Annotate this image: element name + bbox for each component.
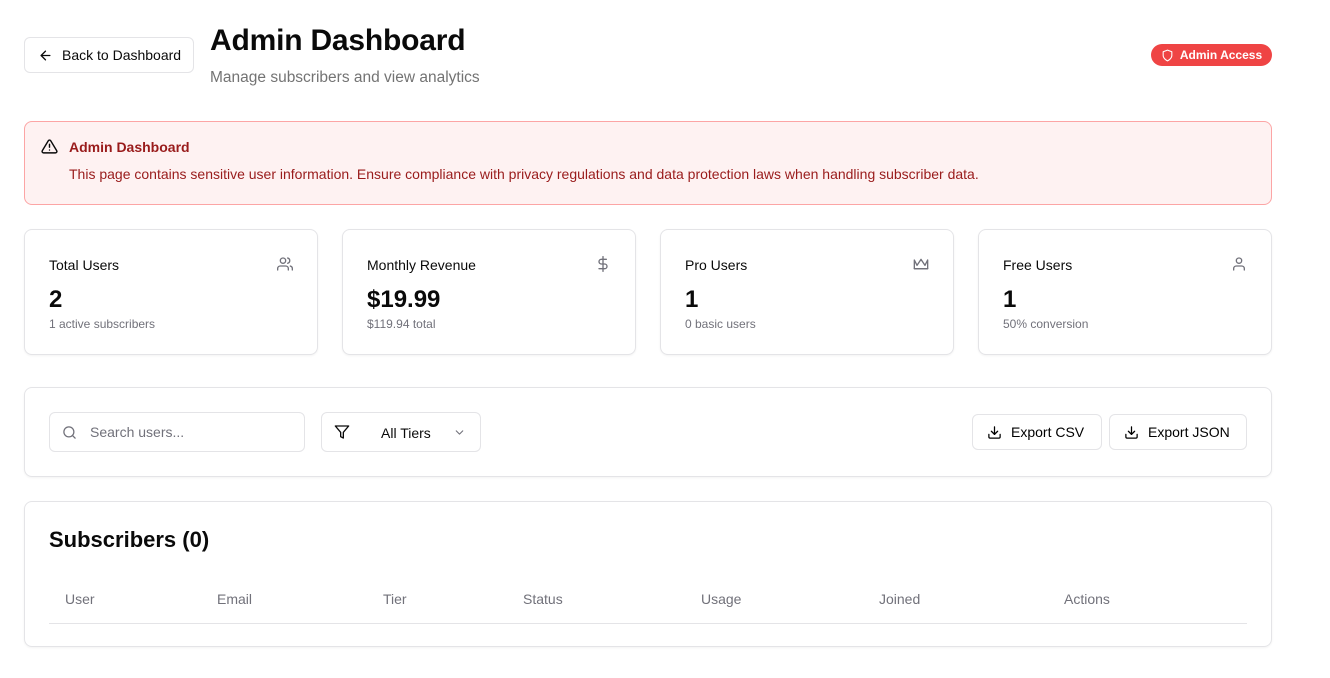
stat-label: Pro Users bbox=[685, 257, 748, 273]
dollar-icon bbox=[598, 256, 608, 272]
export-json-label: Export JSON bbox=[1148, 424, 1230, 440]
stat-card-free-users: Free Users 1 50% conversion bbox=[978, 229, 1272, 355]
column-header-actions: Actions bbox=[1064, 591, 1110, 607]
search-box[interactable] bbox=[49, 412, 305, 452]
admin-access-label: Admin Access bbox=[1179, 48, 1263, 62]
alert-title: Admin Dashboard bbox=[69, 139, 190, 155]
user-icon bbox=[1233, 257, 1245, 271]
column-header-user: User bbox=[65, 591, 95, 607]
page-subtitle: Manage subscribers and view analytics bbox=[210, 69, 480, 86]
users-icon bbox=[277, 257, 293, 271]
stat-subtext: 1 active subscribers bbox=[49, 317, 156, 331]
back-to-dashboard-label: Back to Dashboard bbox=[62, 47, 182, 63]
arrow-left-icon bbox=[40, 50, 51, 60]
search-icon bbox=[63, 426, 76, 439]
stat-value: 1 bbox=[1003, 286, 1017, 313]
filter-icon bbox=[334, 425, 350, 439]
subscribers-card: Subscribers (0) User Email Tier Status U… bbox=[24, 501, 1272, 647]
stat-label: Free Users bbox=[1003, 257, 1073, 273]
column-header-status: Status bbox=[523, 591, 563, 607]
download-icon bbox=[1125, 425, 1138, 439]
stat-card-monthly-revenue: Monthly Revenue $19.99 $119.94 total bbox=[342, 229, 636, 355]
alert-message: This page contains sensitive user inform… bbox=[69, 166, 979, 182]
stat-label: Total Users bbox=[49, 257, 120, 273]
privacy-alert: Admin Dashboard This page contains sensi… bbox=[24, 121, 1272, 205]
column-header-email: Email bbox=[217, 591, 253, 607]
chevron-down-icon bbox=[455, 430, 464, 435]
page-title: Admin Dashboard bbox=[210, 24, 466, 57]
download-icon bbox=[988, 425, 1001, 439]
column-header-tier: Tier bbox=[383, 591, 407, 607]
admin-access-badge: Admin Access bbox=[1151, 44, 1272, 66]
column-header-usage: Usage bbox=[701, 591, 742, 607]
stat-subtext: 50% conversion bbox=[1003, 317, 1089, 331]
filter-toolbar: All Tiers Export CSV Export JSON bbox=[24, 387, 1272, 477]
shield-icon bbox=[1162, 49, 1173, 61]
crown-icon bbox=[913, 258, 929, 270]
column-header-joined: Joined bbox=[879, 591, 921, 607]
tier-filter-value: All Tiers bbox=[381, 425, 431, 441]
subscribers-table-header: User Email Tier Status Usage Joined Acti… bbox=[49, 578, 1247, 624]
stat-label: Monthly Revenue bbox=[367, 257, 476, 273]
subscribers-title: Subscribers (0) bbox=[49, 527, 210, 552]
stat-value: 2 bbox=[49, 286, 63, 313]
back-to-dashboard-button[interactable]: Back to Dashboard bbox=[24, 37, 194, 73]
export-csv-label: Export CSV bbox=[1011, 424, 1085, 440]
export-csv-button[interactable]: Export CSV bbox=[972, 414, 1102, 450]
export-json-button[interactable]: Export JSON bbox=[1109, 414, 1247, 450]
alert-triangle-icon bbox=[41, 139, 58, 154]
stat-subtext: $119.94 total bbox=[367, 317, 436, 331]
stat-card-pro-users: Pro Users 1 0 basic users bbox=[660, 229, 954, 355]
stat-card-total-users: Total Users 2 1 active subscribers bbox=[24, 229, 318, 355]
stat-value: 1 bbox=[685, 286, 699, 313]
stat-value: $19.99 bbox=[367, 286, 441, 313]
tier-filter-select[interactable]: All Tiers bbox=[321, 412, 481, 452]
search-input[interactable] bbox=[90, 422, 290, 442]
stat-subtext: 0 basic users bbox=[685, 317, 756, 331]
